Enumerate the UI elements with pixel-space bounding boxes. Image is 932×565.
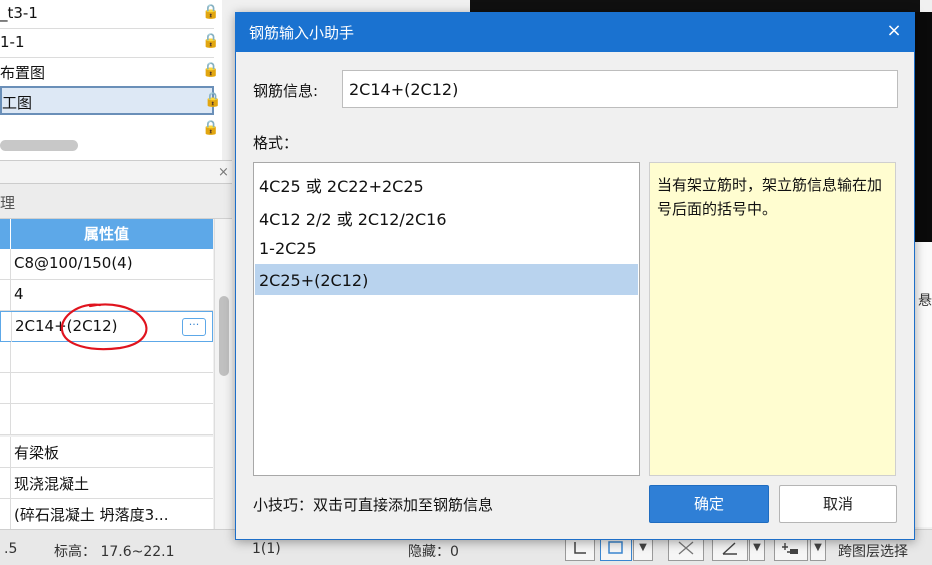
property-row[interactable]: 有梁板 [0, 437, 213, 468]
drawing-canvas[interactable] [470, 0, 920, 12]
property-row[interactable] [0, 404, 213, 435]
lock-icon[interactable]: 🔒 [204, 92, 218, 112]
panel-divider [0, 160, 232, 184]
format-list-item-selected[interactable]: 2C25+(2C12) [255, 264, 638, 295]
status-value: .5 [4, 541, 18, 557]
red-circle-annotation [60, 303, 148, 351]
hint-box: 当有架立筋时，架立筋信息输在加号后面的括号中。 [649, 162, 896, 476]
format-label: 格式： [253, 134, 299, 152]
status-hidden: 隐藏：0 [408, 544, 459, 560]
ok-button[interactable]: 确定 [649, 485, 769, 523]
property-row[interactable]: 现浇混凝土 [0, 468, 213, 499]
drawing-item-label: 工图 [2, 94, 33, 112]
property-value: (碎石混凝土 坍落度3... [14, 506, 169, 524]
drawing-item[interactable]: 1-1 🔒 [0, 29, 216, 58]
drawing-item-label: 布置图 [0, 64, 46, 82]
property-value: C8@100/150(4) [14, 254, 133, 272]
format-list-item[interactable]: 4C25 或 2C22+2C25 [255, 166, 638, 197]
drawing-item-label: _t3-1 [0, 4, 38, 22]
drawing-item[interactable]: _t3-1 🔒 [0, 0, 216, 29]
property-tab-bar [0, 184, 232, 219]
property-value-header: 属性值 [0, 219, 213, 249]
property-row[interactable] [0, 373, 213, 404]
cancel-button[interactable]: 取消 [779, 485, 897, 523]
format-list-item[interactable]: 4C12 2/2 或 2C12/2C16 [255, 199, 638, 230]
right-panel-label: 悬 [918, 293, 932, 309]
status-elevation: 标高： 17.6~22.1 [54, 544, 175, 560]
drawing-list: _t3-1 🔒 1-1 🔒 布置图 🔒 工图 🔒 🔒 [0, 0, 222, 160]
rebar-info-label: 钢筋信息: [253, 82, 319, 100]
tip-text: 小技巧：双击可直接添加至钢筋信息 [253, 496, 494, 514]
property-scrollbar-thumb[interactable] [219, 296, 229, 376]
lock-icon[interactable]: 🔒 [202, 4, 216, 24]
drawing-item-label: 1-1 [0, 33, 25, 51]
lock-icon[interactable]: 🔒 [202, 62, 216, 82]
property-row[interactable]: (碎石混凝土 坍落度3... [0, 499, 213, 530]
drawing-item[interactable]: 布置图 🔒 [0, 58, 216, 87]
lock-icon[interactable]: 🔒 [202, 33, 216, 53]
property-value: 现浇混凝土 [14, 475, 90, 493]
dialog-title: 钢筋输入小助手 [249, 24, 355, 42]
status-count: 1(1) [252, 541, 281, 557]
list-scrollbar-thumb[interactable] [0, 140, 78, 151]
property-value: 4 [14, 285, 24, 303]
close-icon[interactable]: × [218, 165, 229, 180]
property-value-header-label: 属性值 [83, 225, 129, 243]
canvas-edge [915, 12, 932, 242]
lock-icon[interactable]: 🔒 [202, 120, 216, 140]
ellipsis-button[interactable]: ··· [182, 318, 206, 336]
cross-layer-select-toggle[interactable]: 跨图层选择 [838, 541, 908, 561]
close-icon[interactable]: × [884, 20, 904, 41]
drawing-item-selected[interactable]: 工图 🔒 [0, 86, 218, 115]
property-row[interactable]: C8@100/150(4) [0, 249, 213, 280]
rebar-info-input[interactable]: 2C14+(2C12) [342, 70, 898, 108]
property-value: 有梁板 [14, 444, 60, 462]
format-list[interactable]: 4C25 或 2C22+2C25 4C12 2/2 或 2C12/2C16 1-… [253, 162, 640, 476]
format-list-item[interactable]: 1-2C25 [255, 232, 638, 263]
property-tab[interactable]: 理 [0, 192, 15, 213]
